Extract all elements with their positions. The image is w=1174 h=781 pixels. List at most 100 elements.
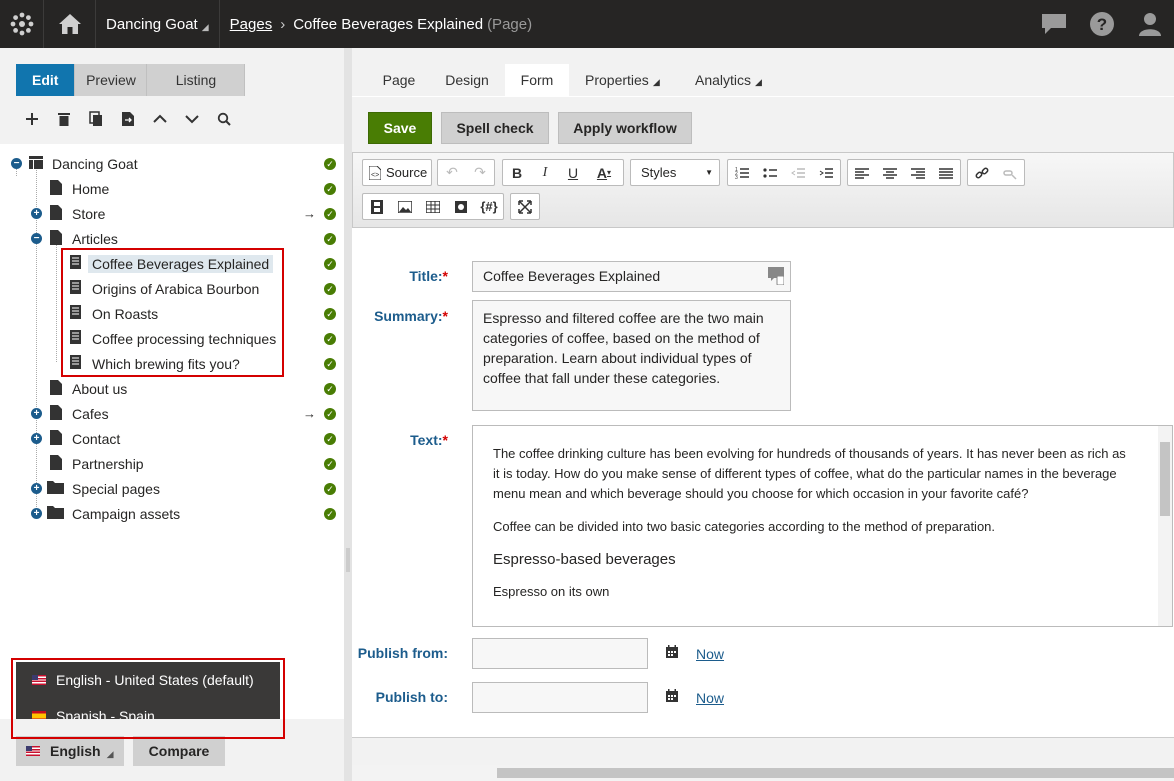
tree-node-contact[interactable]: + Contact ✓: [0, 426, 344, 451]
tab-page[interactable]: Page: [368, 64, 430, 96]
published-check-icon: ✓: [324, 332, 336, 345]
tree-node-home[interactable]: Home ✓: [0, 176, 344, 201]
bold-icon[interactable]: B: [503, 160, 531, 185]
text-color-icon[interactable]: A ▾: [587, 160, 621, 185]
underline-icon[interactable]: U: [559, 160, 587, 185]
align-right-icon[interactable]: [904, 160, 932, 185]
top-bar: Dancing Goat ◢ Pages › Coffee Beverages …: [0, 0, 1174, 48]
published-check-icon: ✓: [324, 382, 336, 395]
tree-node-partnership[interactable]: Partnership ✓: [0, 451, 344, 476]
move-icon[interactable]: [112, 106, 144, 132]
widget-icon[interactable]: [447, 194, 475, 219]
form-footer-bar: [352, 737, 1174, 765]
kentico-logo-icon[interactable]: [0, 0, 44, 48]
tab-form[interactable]: Form: [505, 64, 569, 96]
tree-node-campaign-assets[interactable]: + Campaign assets ✓: [0, 501, 344, 526]
calendar-icon[interactable]: [665, 689, 679, 703]
summary-textarea[interactable]: Espresso and filtered coffee are the two…: [472, 300, 791, 411]
indent-icon[interactable]: [812, 160, 840, 185]
bulleted-list-icon[interactable]: [756, 160, 784, 185]
italic-icon[interactable]: I: [531, 160, 559, 185]
text-heading: Espresso-based beverages: [493, 551, 676, 568]
tree-node-cafes[interactable]: + Cafes → ✓: [0, 401, 344, 426]
language-selector-button[interactable]: English ◢: [16, 736, 124, 766]
chevron-right-icon: ›: [280, 15, 286, 33]
maximize-icon[interactable]: [511, 194, 539, 219]
collapse-icon[interactable]: −: [31, 233, 42, 244]
publish-to-input[interactable]: [472, 682, 648, 713]
tab-label: Properties: [585, 72, 649, 88]
delete-icon[interactable]: [48, 106, 80, 132]
add-icon[interactable]: [16, 106, 48, 132]
tab-properties[interactable]: Properties ◢: [585, 64, 660, 96]
table-icon[interactable]: [419, 194, 447, 219]
us-flag-icon: [26, 746, 40, 756]
styles-select[interactable]: Styles ▼: [630, 159, 720, 186]
outdent-icon[interactable]: [784, 160, 812, 185]
justify-icon[interactable]: [932, 160, 960, 185]
insert-group: {#}: [362, 193, 504, 220]
publish-from-now-link[interactable]: Now: [696, 646, 724, 662]
home-icon[interactable]: [44, 0, 96, 48]
calendar-icon[interactable]: [665, 645, 679, 659]
mode-listing-button[interactable]: Listing: [147, 64, 246, 96]
link-icon[interactable]: [968, 160, 996, 185]
published-check-icon: ✓: [324, 282, 336, 295]
image-icon[interactable]: [391, 194, 419, 219]
expand-icon[interactable]: +: [31, 508, 42, 519]
tree-node-about-us[interactable]: About us ✓: [0, 376, 344, 401]
required-mark: *: [442, 308, 448, 324]
tree-node-label: Campaign assets: [72, 505, 181, 522]
summary-label: Summary:*: [372, 308, 448, 324]
text-label-text: Text:: [410, 432, 443, 448]
source-icon: <>: [369, 165, 381, 180]
undo-icon[interactable]: ↶: [438, 160, 466, 185]
editor-scrollbar[interactable]: [1158, 426, 1172, 626]
mode-edit-button[interactable]: Edit: [16, 64, 76, 96]
move-down-icon[interactable]: [176, 106, 208, 132]
user-icon[interactable]: [1126, 0, 1174, 48]
panel-splitter[interactable]: [344, 48, 352, 781]
search-icon[interactable]: [208, 106, 240, 132]
expand-icon[interactable]: +: [31, 408, 42, 419]
text-editor-area[interactable]: The coffee drinking culture has been evo…: [472, 425, 1173, 627]
tree-node-store[interactable]: + Store → ✓: [0, 201, 344, 226]
copy-icon[interactable]: [80, 106, 112, 132]
source-button[interactable]: <> Source: [362, 159, 432, 186]
spell-check-button[interactable]: Spell check: [441, 112, 549, 144]
expand-icon[interactable]: +: [31, 433, 42, 444]
numbered-list-icon[interactable]: 123: [728, 160, 756, 185]
apply-workflow-button[interactable]: Apply workflow: [558, 112, 692, 144]
title-input[interactable]: Coffee Beverages Explained: [472, 261, 791, 292]
tree-toolbar: [16, 106, 240, 132]
help-icon[interactable]: ?: [1078, 0, 1126, 48]
breadcrumb-pages-link[interactable]: Pages: [230, 16, 273, 33]
styles-label: Styles: [641, 165, 677, 180]
site-selector[interactable]: Dancing Goat ◢: [96, 0, 220, 48]
tree-node-label: Cafes: [72, 405, 109, 422]
compare-button[interactable]: Compare: [133, 736, 225, 766]
mode-preview-button[interactable]: Preview: [75, 64, 148, 96]
collapse-icon[interactable]: −: [11, 158, 22, 169]
chat-icon[interactable]: [1030, 0, 1078, 48]
redo-icon[interactable]: ↷: [466, 160, 494, 185]
required-mark: *: [442, 432, 448, 448]
align-center-icon[interactable]: [876, 160, 904, 185]
publish-to-now-link[interactable]: Now: [696, 690, 724, 706]
tab-design[interactable]: Design: [432, 64, 502, 96]
save-button[interactable]: Save: [368, 112, 432, 144]
tree-node-dancing-goat[interactable]: − Dancing Goat ✓: [0, 151, 344, 176]
unlink-icon[interactable]: [996, 160, 1024, 185]
expand-icon[interactable]: +: [31, 208, 42, 219]
move-up-icon[interactable]: [144, 106, 176, 132]
tab-analytics[interactable]: Analytics ◢: [695, 64, 762, 96]
align-left-icon[interactable]: [848, 160, 876, 185]
tree-node-special-pages[interactable]: + Special pages ✓: [0, 476, 344, 501]
publish-from-input[interactable]: [472, 638, 648, 669]
expand-icon[interactable]: +: [31, 483, 42, 494]
link-group: [967, 159, 1025, 186]
horizontal-scrollbar[interactable]: [352, 765, 1174, 781]
media-icon[interactable]: [363, 194, 391, 219]
site-root-icon: [29, 155, 43, 172]
macro-icon[interactable]: {#}: [475, 194, 503, 219]
